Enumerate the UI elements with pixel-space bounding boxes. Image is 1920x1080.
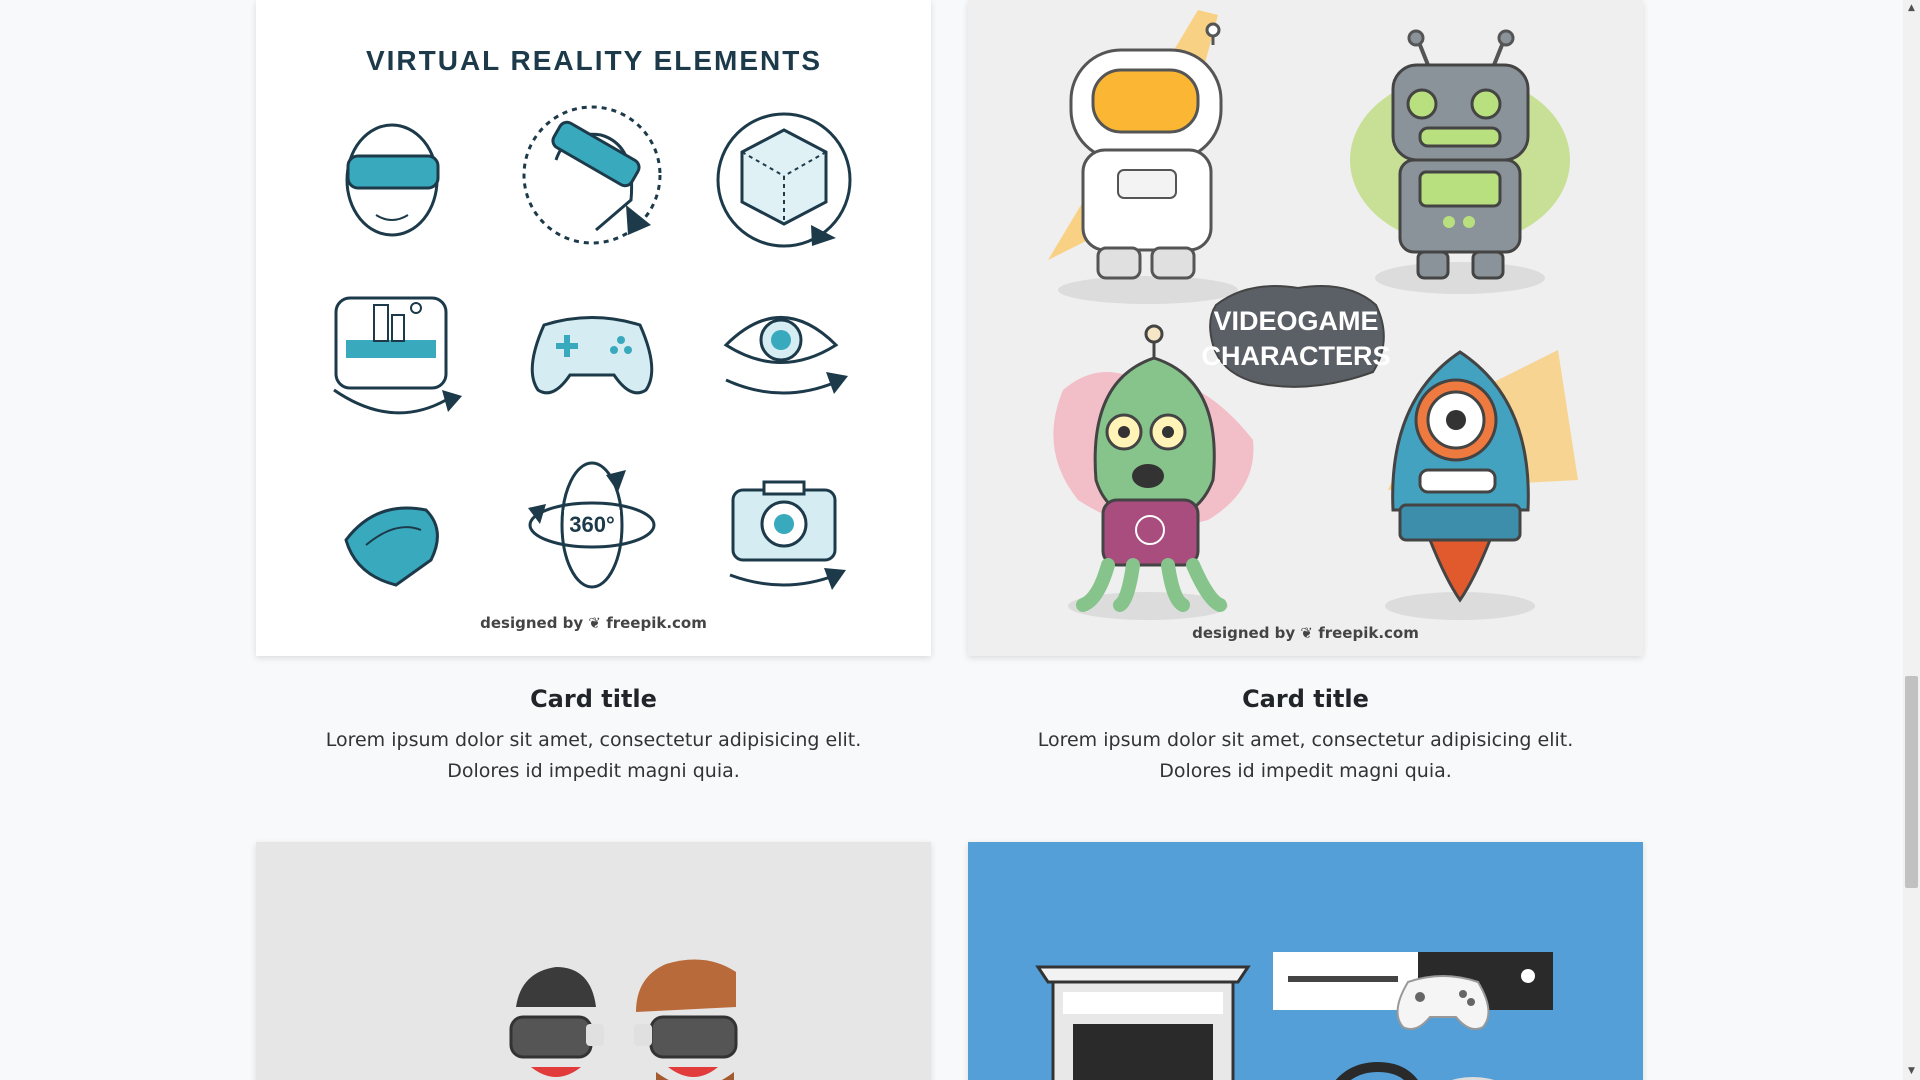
vr-360-icon: 360° [528, 461, 656, 589]
card-vr-elements: VIRTUAL REALITY ELEMENTS 360° designed b… [256, 0, 931, 786]
characters-illustration: VIDEOGAME CHARACTERS [1048, 10, 1578, 620]
vr-camera-icon [729, 480, 846, 590]
vr-gamepad-icon [530, 316, 654, 395]
card-title: Card title [530, 685, 657, 713]
videogame-badge: VIDEOGAME CHARACTERS [1202, 285, 1391, 388]
vr-illustration: VIRTUAL REALITY ELEMENTS 360° [333, 45, 852, 590]
cyclops-rocket-icon [1385, 350, 1578, 620]
laptop-icon [1035, 965, 1251, 1080]
vr-city-panorama-icon [333, 296, 462, 415]
card-devices [968, 842, 1643, 1080]
card-image-devices [968, 842, 1643, 1080]
card-body: Card title Lorem ipsum dolor sit amet, c… [256, 684, 931, 786]
vr-rotate-head-icon [522, 105, 662, 245]
vr-headset-person-icon [345, 123, 440, 237]
card-body: Card title Lorem ipsum dolor sit amet, c… [968, 684, 1643, 786]
vertical-scrollbar[interactable]: ▲ ▼ [1903, 0, 1920, 1080]
badge-line1: VIDEOGAME [1213, 306, 1378, 336]
badge-line2: CHARACTERS [1202, 341, 1391, 371]
vr-heading: VIRTUAL REALITY ELEMENTS [366, 45, 822, 76]
robot-icon [1350, 29, 1570, 294]
card-videogame-characters: VIDEOGAME CHARACTERS designed by ❦ freep… [968, 0, 1643, 786]
card-vr-people [256, 842, 931, 1080]
gamepad-icon [1396, 975, 1490, 1030]
card-text: Lorem ipsum dolor sit amet, consectetur … [325, 729, 862, 782]
characters-credit: designed by ❦ freepik.com [1192, 624, 1419, 642]
vr-people-illustration [509, 959, 738, 1080]
devices-illustration [1035, 952, 1553, 1080]
card-image-vr-people [256, 842, 931, 1080]
person-vr-right-icon [634, 959, 738, 1080]
vr-eye-icon [723, 316, 848, 395]
vr-goggles-icon [344, 506, 439, 587]
vr-360-label: 360° [569, 512, 615, 537]
person-vr-left-icon [509, 967, 604, 1077]
astronaut-icon [1048, 10, 1238, 304]
scroll-thumb[interactable] [1905, 676, 1918, 888]
vr-cube-icon [716, 112, 852, 248]
card-image-characters: VIDEOGAME CHARACTERS designed by ❦ freep… [968, 0, 1643, 656]
card-image-vr: VIRTUAL REALITY ELEMENTS 360° designed b… [256, 0, 931, 656]
card-text: Lorem ipsum dolor sit amet, consectetur … [1037, 729, 1574, 782]
triangle-up-icon[interactable]: ▲ [1903, 0, 1920, 17]
card-title: Card title [1242, 685, 1369, 713]
vr-credit: designed by ❦ freepik.com [480, 614, 707, 632]
headphones-icon [1335, 1061, 1418, 1080]
triangle-down-icon[interactable]: ▼ [1903, 1063, 1920, 1080]
